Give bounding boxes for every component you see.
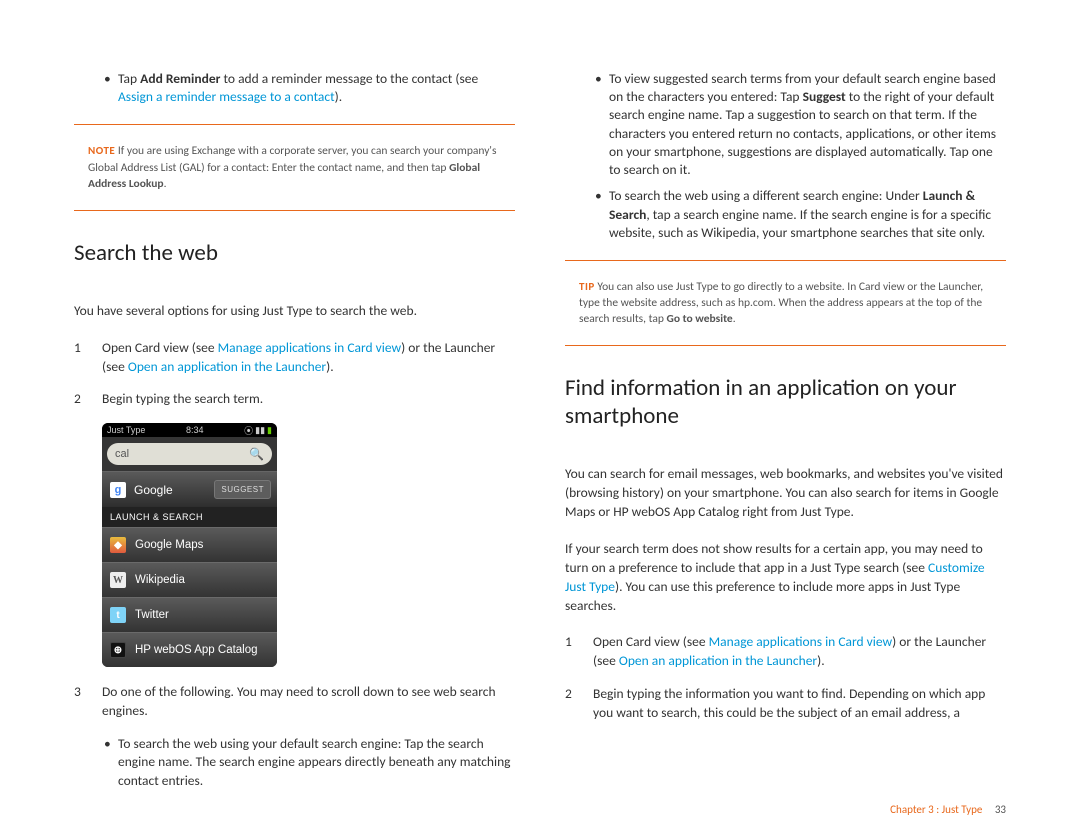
para-customize: If your search term does not show result… (565, 540, 1006, 616)
wikipedia-icon: W (110, 572, 126, 588)
search-value: cal (115, 448, 129, 460)
divider (565, 260, 1006, 261)
link-open-launcher[interactable]: Open an application in the Launcher (128, 358, 326, 375)
page-footer: Chapter 3 : Just Type 33 (890, 803, 1006, 816)
link-manage-apps[interactable]: Manage applications in Card view (218, 339, 402, 356)
bullet-default-engine: • To search the web using your default s… (74, 735, 515, 790)
divider (74, 210, 515, 211)
phone-search-row: cal 🔍 (102, 437, 277, 471)
tip-post: . (733, 312, 736, 326)
right-step-2: 2 Begin typing the information you want … (565, 685, 1006, 723)
bullet-add-reminder: • Tap Add Reminder to add a reminder mes… (74, 70, 515, 106)
heading-find-info: Find information in an application on yo… (565, 374, 1006, 430)
bullet-suggested-terms: • To view suggested search terms from yo… (565, 70, 1006, 179)
note-block: NOTE If you are using Exchange with a co… (74, 143, 515, 191)
row-twitter[interactable]: t Twitter (102, 597, 277, 632)
twitter-icon: t (110, 607, 126, 623)
launch-search-header: LAUNCH & SEARCH (102, 507, 277, 527)
text-post: ). (335, 88, 343, 105)
suggest-button[interactable]: SUGGEST (214, 480, 271, 499)
text-mid: to add a reminder message to the contact… (220, 70, 478, 87)
link-open-launcher-right[interactable]: Open an application in the Launcher (619, 652, 817, 669)
battery-icon: ▮ (267, 425, 272, 436)
gmaps-icon: ◆ (110, 537, 126, 553)
text-pre: Tap (118, 70, 140, 87)
note-text: If you are using Exchange with a corpora… (88, 144, 496, 174)
step-2: 2 Begin typing the search term. (74, 390, 515, 409)
status-time: 8:34 (186, 425, 204, 435)
bold-add-reminder: Add Reminder (140, 70, 220, 87)
footer-page-number: 33 (995, 803, 1006, 816)
status-app-name: Just Type (107, 425, 145, 435)
wifi-icon: ⦿ (244, 424, 253, 437)
link-manage-apps-right[interactable]: Manage applications in Card view (709, 633, 893, 650)
step-3: 3 Do one of the following. You may need … (74, 683, 515, 721)
row-app-catalog[interactable]: ⊕ HP webOS App Catalog (102, 632, 277, 667)
tip-label: TIP (579, 280, 595, 293)
google-label: Google (134, 483, 173, 497)
right-step-1: 1 Open Card view (see Manage application… (565, 633, 1006, 671)
google-icon: g (110, 482, 126, 498)
hp-icon: ⊕ (110, 642, 126, 658)
tip-block: TIP You can also use Just Type to go dir… (565, 279, 1006, 327)
phone-statusbar: Just Type 8:34 ⦿ ▮▮ ▮ (102, 423, 277, 437)
divider (74, 124, 515, 125)
step-1: 1 Open Card view (see Manage application… (74, 339, 515, 377)
bullet-different-engine: • To search the web using a different se… (565, 187, 1006, 242)
note-label: NOTE (88, 144, 115, 157)
para-search-messages: You can search for email messages, web b… (565, 465, 1006, 522)
link-assign-reminder[interactable]: Assign a reminder message to a contact (118, 88, 335, 105)
search-input[interactable]: cal 🔍 (107, 443, 272, 465)
google-row[interactable]: g Google SUGGEST (102, 471, 277, 507)
row-google-maps[interactable]: ◆ Google Maps (102, 527, 277, 562)
heading-search-web: Search the web (74, 239, 515, 267)
search-icon: 🔍 (249, 447, 264, 461)
footer-chapter: Chapter 3 : Just Type (890, 803, 982, 816)
tip-text: You can also use Just Type to go directl… (579, 280, 983, 326)
bold-suggest: Suggest (803, 88, 846, 105)
divider (565, 345, 1006, 346)
phone-screenshot: Just Type 8:34 ⦿ ▮▮ ▮ cal 🔍 g Google (102, 423, 277, 667)
tip-bold: Go to website (667, 312, 733, 326)
intro-paragraph: You have several options for using Just … (74, 302, 515, 321)
row-wikipedia[interactable]: W Wikipedia (102, 562, 277, 597)
signal-icon: ▮▮ (255, 425, 265, 436)
note-post: . (164, 177, 167, 191)
